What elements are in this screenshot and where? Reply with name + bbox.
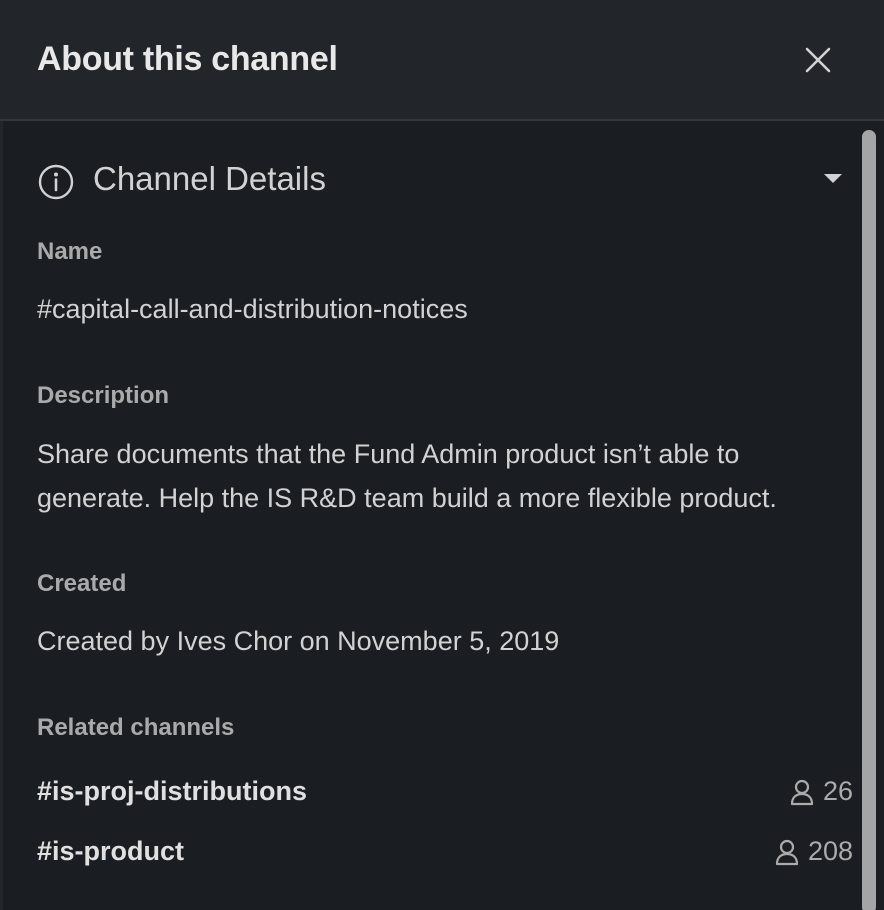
info-icon: [38, 164, 74, 200]
created-label: Created: [37, 570, 127, 597]
member-count: 26: [789, 776, 853, 807]
description-value: Share documents that the Fund Admin prod…: [37, 439, 777, 513]
channel-name-value: #capital-call-and-distribution-notices: [37, 294, 468, 324]
member-icon: [790, 779, 814, 805]
panel-title: About this channel: [37, 40, 338, 78]
panel-header: About this channel: [0, 0, 884, 121]
panel-left-border: [0, 0, 3, 910]
created-value: Created by Ives Chor on November 5, 2019: [37, 626, 560, 656]
related-channel-row[interactable]: #is-proj-distributions 26: [37, 776, 853, 816]
channel-details-section-header[interactable]: Channel Details: [37, 160, 847, 200]
related-channel-name[interactable]: #is-proj-distributions: [37, 776, 307, 807]
related-channel-row[interactable]: #is-product 208: [37, 836, 853, 876]
related-channel-name[interactable]: #is-product: [37, 836, 184, 867]
close-icon: [805, 47, 831, 73]
channel-details-panel: About this channel Channel Details Name …: [0, 0, 884, 910]
member-count-value: 26: [822, 776, 853, 806]
scrollbar[interactable]: [862, 130, 876, 910]
close-button[interactable]: [798, 40, 838, 80]
member-count: 208: [774, 836, 853, 867]
description-label: Description: [37, 382, 170, 409]
member-count-value: 208: [807, 836, 853, 866]
name-label: Name: [37, 238, 103, 265]
caret-down-icon[interactable]: [821, 170, 845, 186]
related-channels-label: Related channels: [37, 714, 235, 741]
section-title: Channel Details: [93, 160, 326, 197]
member-icon: [775, 839, 799, 865]
